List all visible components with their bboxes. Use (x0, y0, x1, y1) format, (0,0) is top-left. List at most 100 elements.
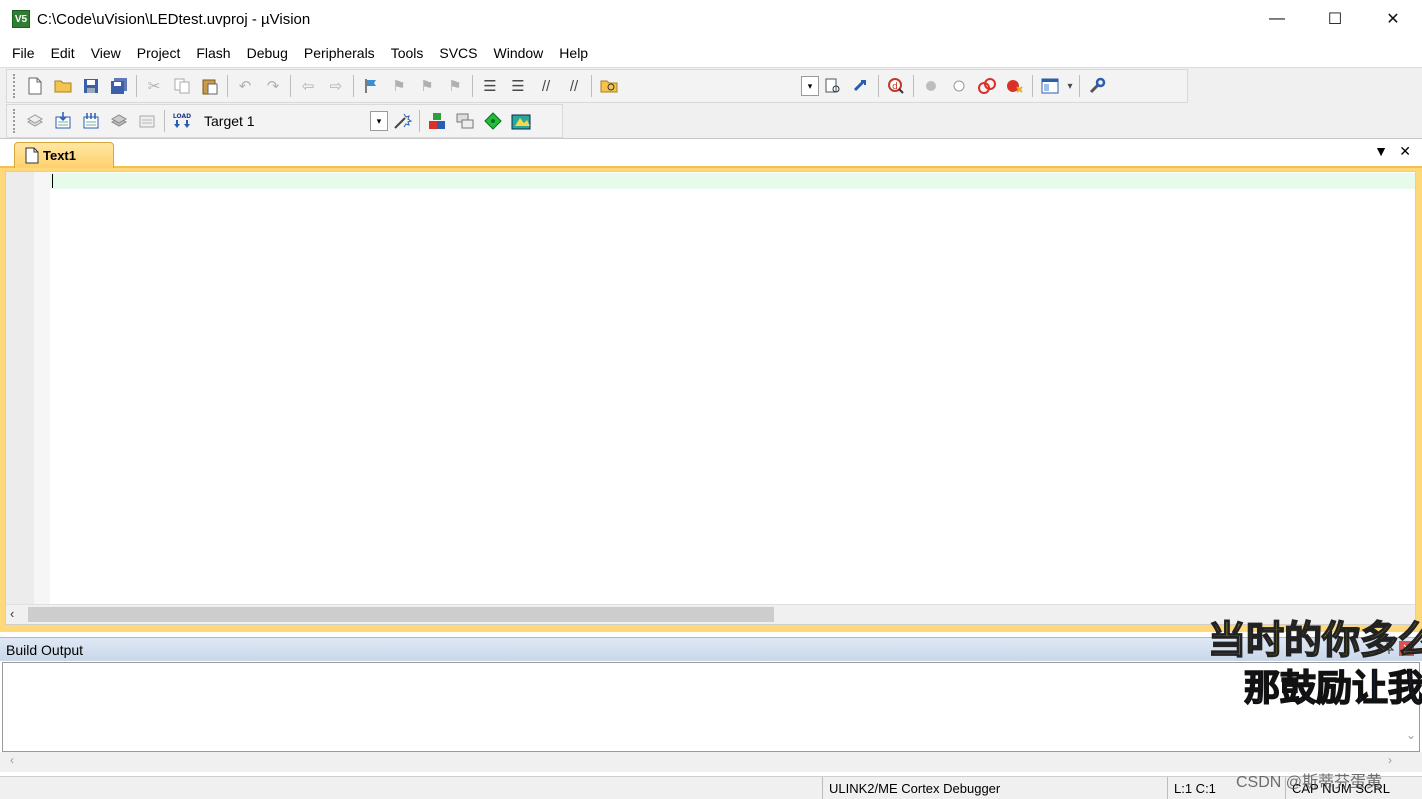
maximize-button[interactable]: ☐ (1306, 0, 1364, 38)
bookmark-next-icon[interactable]: ⚑ (413, 73, 441, 99)
close-tab-icon[interactable]: ✕ (1399, 143, 1411, 160)
unindent-icon[interactable]: ☰ (504, 73, 532, 99)
download-load-icon[interactable]: LOAD (168, 108, 196, 134)
toolbar-separator (591, 75, 592, 97)
scroll-left-icon[interactable]: ‹ (10, 753, 14, 767)
window-title: C:\Code\uVision\LEDtest.uvproj - µVision (37, 10, 311, 28)
cut-icon[interactable]: ✂ (140, 73, 168, 99)
toolbar-separator (136, 75, 137, 97)
scroll-down-icon[interactable]: ⌄ (1406, 728, 1416, 742)
save-icon[interactable] (77, 73, 105, 99)
text-caret (52, 174, 53, 188)
configuration-wrench-icon[interactable] (1083, 73, 1111, 99)
toolbar-separator (290, 75, 291, 97)
video-subtitle-line-1: 当时的你多么 (1208, 617, 1422, 663)
save-all-icon[interactable] (105, 73, 133, 99)
toolbar-grip[interactable] (13, 74, 17, 98)
uncomment-icon[interactable]: // (560, 73, 588, 99)
bookmark-toggle-icon[interactable] (357, 73, 385, 99)
insert-breakpoint-icon[interactable] (917, 73, 945, 99)
batch-build-icon[interactable] (105, 108, 133, 134)
menu-bar: File Edit View Project Flash Debug Perip… (0, 40, 1422, 66)
svg-text:LOAD: LOAD (173, 113, 191, 120)
navigate-forward-icon[interactable]: ⇨ (322, 73, 350, 99)
toolbar-grip[interactable] (13, 109, 17, 133)
navigate-back-icon[interactable]: ⇦ (294, 73, 322, 99)
target-select-value: Target 1 (204, 113, 255, 129)
stop-build-icon[interactable] (133, 108, 161, 134)
menu-svcs[interactable]: SVCS (431, 40, 485, 66)
redo-icon[interactable]: ↷ (259, 73, 287, 99)
scrollbar-thumb[interactable] (28, 607, 774, 622)
target-options-icon[interactable] (388, 108, 416, 134)
find-in-files-icon[interactable] (595, 73, 623, 99)
close-button[interactable]: ✕ (1364, 0, 1422, 38)
menu-edit[interactable]: Edit (43, 40, 83, 66)
rebuild-icon[interactable] (77, 108, 105, 134)
uvision-app-icon: V5 (12, 10, 30, 28)
toolbar-separator (227, 75, 228, 97)
file-extensions-icon[interactable] (423, 108, 451, 134)
bookmark-previous-icon[interactable]: ⚑ (385, 73, 413, 99)
build-output-title: Build Output (6, 641, 84, 658)
target-select[interactable]: Target 1 ▾ (202, 110, 388, 132)
menu-debug[interactable]: Debug (239, 40, 296, 66)
video-subtitle-line-2: 那鼓励让我 (1244, 667, 1422, 710)
editor-frame: Text1 ▼ ✕ ‹ (0, 139, 1422, 632)
menu-project[interactable]: Project (129, 40, 189, 66)
bookmark-clear-icon[interactable]: ⚑ (441, 73, 469, 99)
title-bar: V5 C:\Code\uVision\LEDtest.uvproj - µVis… (0, 0, 1422, 38)
pack-installer-icon[interactable] (507, 108, 535, 134)
translate-icon[interactable] (21, 108, 49, 134)
current-line-highlight (50, 173, 1415, 189)
find-combo-dropdown[interactable]: ▾ (801, 76, 819, 96)
incremental-find-icon[interactable] (819, 73, 847, 99)
indent-icon[interactable]: ☰ (476, 73, 504, 99)
manage-run-time-environment-icon[interactable] (479, 108, 507, 134)
menu-tools[interactable]: Tools (383, 40, 432, 66)
toolbar-separator (913, 75, 914, 97)
toolbar-separator (419, 110, 420, 132)
toolbar-separator (1032, 75, 1033, 97)
tab-label: Text1 (43, 148, 76, 163)
menu-flash[interactable]: Flash (188, 40, 238, 66)
target-select-arrow[interactable]: ▾ (370, 111, 388, 131)
undo-icon[interactable]: ↶ (231, 73, 259, 99)
window-layout-icon[interactable] (1036, 73, 1064, 99)
fold-margin (34, 172, 50, 605)
toolbar-area: ✂ ↶ ↷ ⇦ ⇨ ⚑ ⚑ ⚑ ☰ ☰ // // ▾ d ▾ LOAD Tar… (0, 67, 1422, 139)
comment-icon[interactable]: // (532, 73, 560, 99)
open-folder-icon[interactable] (49, 73, 77, 99)
menu-view[interactable]: View (83, 40, 129, 66)
tab-text1[interactable]: Text1 (14, 142, 114, 168)
editor-horizontal-scrollbar[interactable]: ‹ (6, 604, 1415, 624)
kill-all-breakpoints-icon[interactable] (1001, 73, 1029, 99)
menu-window[interactable]: Window (486, 40, 552, 66)
manage-multi-project-icon[interactable] (451, 108, 479, 134)
enable-breakpoint-icon[interactable] (945, 73, 973, 99)
scroll-right-icon[interactable]: › (1388, 753, 1392, 767)
status-debugger: ULINK2/ME Cortex Debugger (822, 777, 1014, 799)
toolbar-separator (878, 75, 879, 97)
menu-help[interactable]: Help (551, 40, 596, 66)
tab-list-dropdown-icon[interactable]: ▼ (1374, 143, 1388, 159)
copy-icon[interactable] (168, 73, 196, 99)
window-layout-dropdown[interactable]: ▾ (1064, 73, 1076, 99)
svg-text:d: d (892, 82, 898, 92)
start-debug-session-icon[interactable]: d (882, 73, 910, 99)
paste-icon[interactable] (196, 73, 224, 99)
code-editor[interactable]: ‹ (5, 171, 1416, 625)
build-output-horizontal-scrollbar[interactable]: ‹ › (0, 752, 1422, 772)
disable-all-breakpoints-icon[interactable] (973, 73, 1001, 99)
toolbar-separator (353, 75, 354, 97)
build-icon[interactable] (49, 108, 77, 134)
replace-icon[interactable] (847, 73, 875, 99)
build-output-pane[interactable] (2, 662, 1420, 752)
document-icon (25, 147, 39, 168)
menu-peripherals[interactable]: Peripherals (296, 40, 383, 66)
new-file-icon[interactable] (21, 73, 49, 99)
csdn-watermark: CSDN @斯蒂芬蛋黄 (1236, 774, 1383, 791)
menu-file[interactable]: File (4, 40, 43, 66)
minimize-button[interactable]: — (1248, 0, 1306, 38)
scroll-left-icon[interactable]: ‹ (10, 606, 14, 621)
